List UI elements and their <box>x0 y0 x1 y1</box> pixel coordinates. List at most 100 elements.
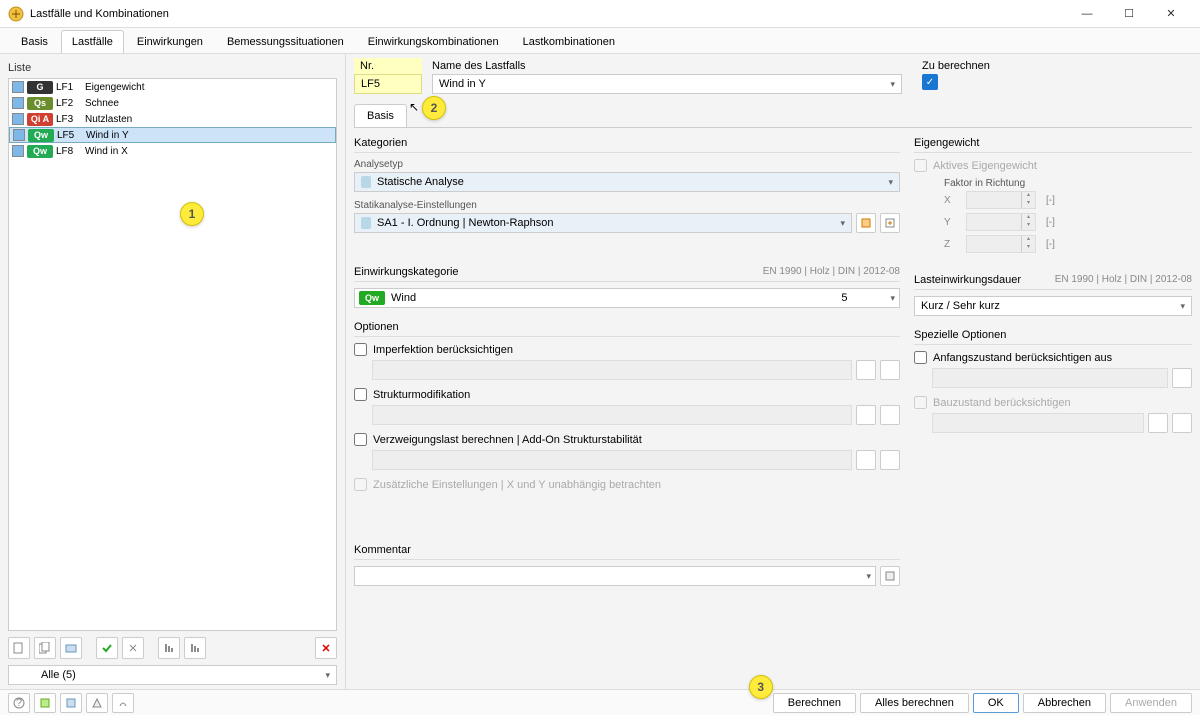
anfang-btn[interactable] <box>1172 368 1192 388</box>
tab-bemessung[interactable]: Bemessungssituationen <box>216 30 355 53</box>
tab-einwirkungskombi[interactable]: Einwirkungskombinationen <box>357 30 510 53</box>
marker-3: 3 <box>749 675 773 699</box>
lasteinwirkung-select[interactable]: Kurz / Sehr kurz ▾ <box>914 296 1192 316</box>
sub-tab-basis[interactable]: Basis <box>354 104 407 127</box>
list-item-id: LF5 <box>57 130 83 141</box>
analysetyp-select[interactable]: Statische Analyse ▾ <box>354 172 900 192</box>
statik-select[interactable]: SA1 - I. Ordnung | Newton-Raphson ▾ <box>354 213 852 233</box>
chevron-down-icon: ▾ <box>1180 301 1185 312</box>
struktur-btn1[interactable] <box>856 405 876 425</box>
calc-checkbox[interactable]: ✓ <box>922 74 938 90</box>
tool-check[interactable] <box>96 637 118 659</box>
filter-select[interactable]: Alle (5) ▾ <box>8 665 337 685</box>
list-item-id: LF8 <box>56 146 82 157</box>
anwenden-button[interactable]: Anwenden <box>1110 693 1192 713</box>
imperfektion-btn2[interactable] <box>880 360 900 380</box>
footer-icon-5[interactable] <box>112 693 134 713</box>
list-item[interactable]: QwLF5Wind in Y <box>9 127 336 143</box>
delete-button[interactable]: ✕ <box>315 637 337 659</box>
einwirkung-select[interactable]: Qw Wind 5 ▾ <box>354 288 900 308</box>
struktur-input <box>372 405 852 425</box>
kommentar-input[interactable]: ▾ <box>354 566 876 586</box>
verzweigung-btn2[interactable] <box>880 450 900 470</box>
lasteinwirkung-section: Lasteinwirkungsdauer EN 1990 | Holz | DI… <box>914 271 1192 316</box>
tab-einwirkungen[interactable]: Einwirkungen <box>126 30 214 53</box>
list-item-name: Eigengewicht <box>85 82 144 93</box>
footer-help-button[interactable]: ? <box>8 693 30 713</box>
anfang-checkbox[interactable] <box>914 351 927 364</box>
cursor-icon: ↖ <box>409 100 419 114</box>
list-item-checkbox[interactable] <box>12 81 24 93</box>
tool-sort2[interactable] <box>184 637 206 659</box>
statik-new-button[interactable] <box>880 213 900 233</box>
sub-tabs: Basis ↖ 2 <box>354 104 1192 128</box>
analysetyp-label: Analysetyp <box>354 159 900 170</box>
chevron-down-icon: ▾ <box>866 571 871 582</box>
ok-button[interactable]: OK <box>973 693 1019 713</box>
einwirkung-value: Wind <box>391 292 798 304</box>
name-select[interactable]: Wind in Y ▾ <box>432 74 902 94</box>
list-item-checkbox[interactable] <box>12 97 24 109</box>
list-item[interactable]: QsLF2Schnee <box>9 95 336 111</box>
footer-icon-3[interactable] <box>60 693 82 713</box>
kommentar-button[interactable] <box>880 566 900 586</box>
footer-icon-2[interactable] <box>34 693 56 713</box>
list-item-id: LF2 <box>56 98 82 109</box>
svg-text:?: ? <box>16 697 22 709</box>
eigengewicht-section: Eigengewicht Aktives Eigengewicht Faktor… <box>914 134 1192 253</box>
bau-btn2[interactable] <box>1172 413 1192 433</box>
struktur-label: Strukturmodifikation <box>373 389 470 401</box>
category-badge: Qw <box>28 129 54 142</box>
minimize-button[interactable]: — <box>1066 0 1108 28</box>
verzweigung-checkbox[interactable] <box>354 433 367 446</box>
maximize-button[interactable]: ☐ <box>1108 0 1150 28</box>
loadcase-list[interactable]: GLF1EigengewichtQsLF2SchneeQi ALF3Nutzla… <box>8 78 337 631</box>
tool-sort1[interactable] <box>158 637 180 659</box>
list-item-checkbox[interactable] <box>12 113 24 125</box>
kommentar-section: Kommentar ▾ <box>354 541 900 586</box>
spezielle-title: Spezielle Optionen <box>914 329 1006 341</box>
tab-basis[interactable]: Basis <box>10 30 59 53</box>
alles-berechnen-button[interactable]: Alles berechnen <box>860 693 969 713</box>
list-item-checkbox[interactable] <box>12 145 24 157</box>
statik-edit-button[interactable] <box>856 213 876 233</box>
name-value: Wind in Y <box>439 78 486 90</box>
list-item-checkbox[interactable] <box>13 129 25 141</box>
struktur-checkbox[interactable] <box>354 388 367 401</box>
bau-btn1[interactable] <box>1148 413 1168 433</box>
anfang-label: Anfangszustand berücksichtigen aus <box>933 352 1112 364</box>
close-button[interactable]: ✕ <box>1150 0 1192 28</box>
verzweigung-input <box>372 450 852 470</box>
tool-cross[interactable] <box>122 637 144 659</box>
nr-label: Nr. <box>354 58 422 74</box>
tool-3[interactable] <box>60 637 82 659</box>
eigengewicht-title: Eigengewicht <box>914 137 979 149</box>
copy-button[interactable] <box>34 637 56 659</box>
verzweigung-label: Verzweigungslast berechnen | Add-On Stru… <box>373 434 642 446</box>
list-item-name: Wind in Y <box>86 130 129 141</box>
list-item-name: Nutzlasten <box>85 114 132 125</box>
category-badge: G <box>27 81 53 94</box>
bau-input <box>932 413 1144 433</box>
list-item[interactable]: QwLF8Wind in X <box>9 143 336 159</box>
optionen-title: Optionen <box>354 321 399 333</box>
abbrechen-button[interactable]: Abbrechen <box>1023 693 1106 713</box>
tab-lastfaelle[interactable]: Lastfälle <box>61 30 124 53</box>
zusatz-label: Zusätzliche Einstellungen | X und Y unab… <box>373 479 661 491</box>
footer: ? 3 Berechnen Alles berechnen OK Abbrech… <box>0 689 1200 715</box>
struktur-btn2[interactable] <box>880 405 900 425</box>
eigengewicht-label: Aktives Eigengewicht <box>933 160 1037 172</box>
tab-lastkombi[interactable]: Lastkombinationen <box>512 30 626 53</box>
imperfektion-btn1[interactable] <box>856 360 876 380</box>
faktor-label: Faktor in Richtung <box>914 178 1192 189</box>
einwirkung-title: Einwirkungskategorie <box>354 266 459 278</box>
nr-input[interactable]: LF5 <box>354 74 422 94</box>
berechnen-button[interactable]: Berechnen <box>773 693 856 713</box>
imperfektion-checkbox[interactable] <box>354 343 367 356</box>
list-item[interactable]: Qi ALF3Nutzlasten <box>9 111 336 127</box>
list-item[interactable]: GLF1Eigengewicht <box>9 79 336 95</box>
footer-icon-4[interactable] <box>86 693 108 713</box>
bau-label: Bauzustand berücksichtigen <box>933 397 1071 409</box>
verzweigung-btn1[interactable] <box>856 450 876 470</box>
new-button[interactable] <box>8 637 30 659</box>
